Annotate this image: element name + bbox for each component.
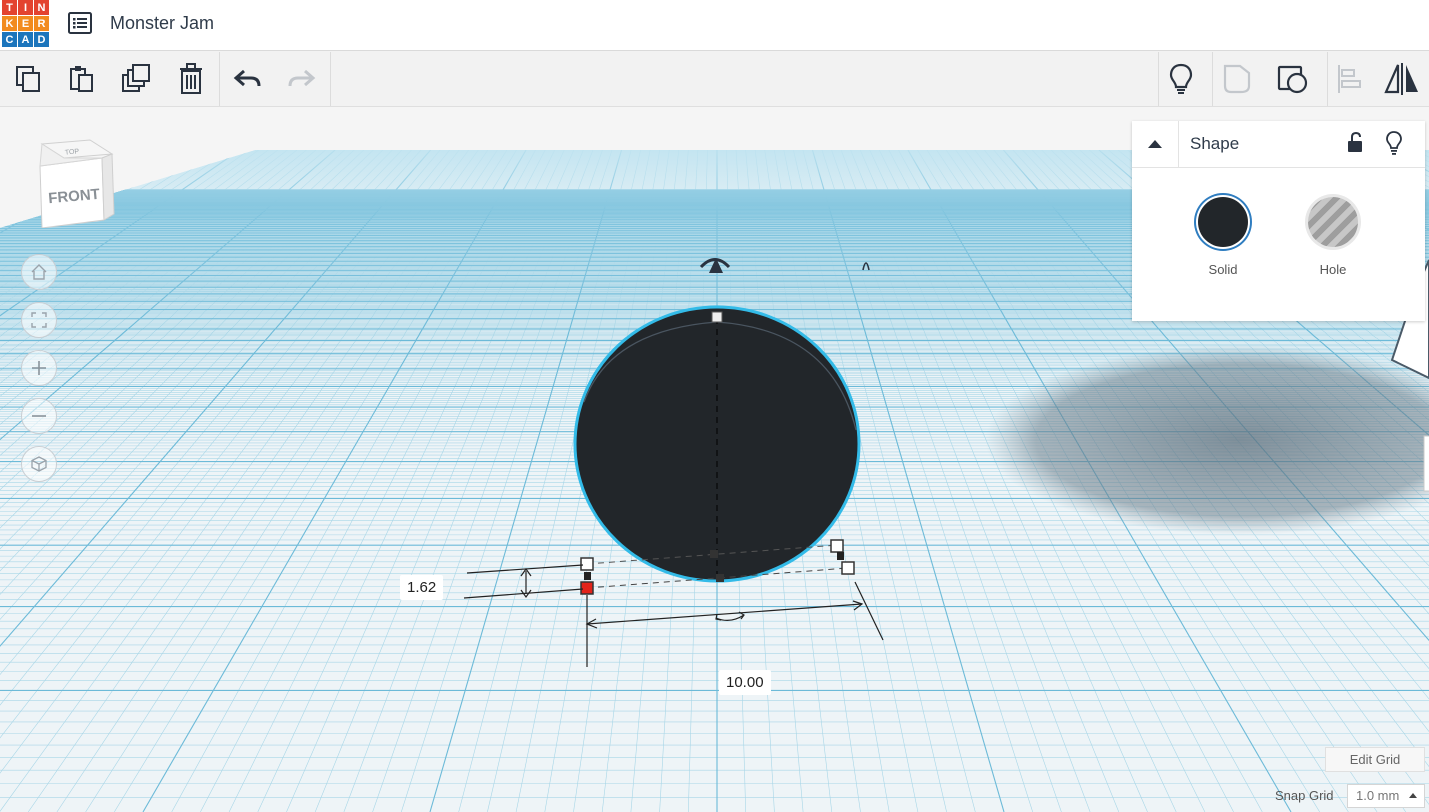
caret-up-icon [1409,793,1417,798]
redo-button[interactable] [281,60,321,98]
paste-icon [70,66,93,92]
duplicate-icon [122,64,150,92]
corner-handle[interactable] [830,539,844,553]
mirror-button[interactable] [1382,60,1422,98]
copy-button[interactable] [8,60,48,98]
show-all-icon [1223,64,1251,94]
snap-grid-label: Snap Grid [1275,788,1334,803]
home-view-icon [31,264,47,280]
group-icon [1277,65,1308,94]
align-icon [1338,65,1361,93]
logo-letter: A [18,32,33,47]
inspector-header: Shape [1132,121,1425,168]
solid-label: Solid [1208,262,1238,277]
solid-mode-button[interactable]: Solid [1188,197,1258,277]
light-bulb-icon[interactable] [1384,130,1404,156]
view-cube[interactable]: TOP FRONT [36,136,116,229]
logo-letter: I [18,0,33,15]
notes-button[interactable] [1161,60,1201,98]
snap-grid-select[interactable]: 1.0 mm [1347,784,1425,808]
delete-icon [180,63,202,94]
zoom-out-button[interactable] [21,398,57,434]
logo-letter: R [34,16,49,31]
hole-mode-button[interactable]: Hole [1298,197,1368,277]
corner-handle[interactable] [580,557,594,571]
perspective-icon [31,456,47,472]
delete-button[interactable] [171,60,211,98]
hole-swatch [1308,197,1358,247]
snap-grid-value: 1.0 mm [1356,788,1400,803]
solid-swatch [1198,197,1248,247]
document-title[interactable]: Monster Jam [110,13,214,34]
logo-letter: N [34,0,49,15]
logo-letter: C [2,32,17,47]
redo-icon [288,69,316,87]
active-corner-handle[interactable] [580,581,594,595]
show-all-button[interactable] [1217,60,1257,98]
width-dimension-input[interactable]: 10.00 [719,670,771,695]
caret-up-icon [1148,140,1162,148]
duplicate-button[interactable] [116,60,156,98]
align-button[interactable] [1329,60,1369,98]
zoom-in-icon [32,361,46,375]
group-button[interactable] [1273,60,1313,98]
fit-all-icon [31,312,47,328]
design-list-icon[interactable] [66,10,94,38]
home-view-button[interactable] [21,254,57,290]
corner-handle[interactable] [841,561,855,575]
perspective-button[interactable] [21,446,57,482]
zoom-in-button[interactable] [21,350,57,386]
top-handle[interactable] [711,311,723,323]
logo-letter: T [2,0,17,15]
mirror-icon [1384,63,1418,95]
undo-button[interactable] [228,60,268,98]
app-header: TIN KER CAD Monster Jam [0,0,1429,51]
logo-letter: D [34,32,49,47]
fit-all-button[interactable] [21,302,57,338]
logo-letter: E [18,16,33,31]
hole-label: Hole [1319,262,1347,277]
edit-grid-button[interactable]: Edit Grid [1325,747,1425,772]
undo-icon [233,69,261,87]
paste-button[interactable] [61,60,101,98]
shape-inspector: Shape Solid Hole [1132,121,1425,321]
lock-icon[interactable] [1346,131,1366,155]
inspector-title: Shape [1190,134,1240,153]
logo-letter: K [2,16,17,31]
edit-toolbar [0,52,1429,107]
height-dimension-input[interactable]: 1.62 [400,575,444,600]
zoom-out-icon [32,415,46,417]
copy-icon [16,66,40,92]
tinkercad-logo[interactable]: TIN KER CAD [2,0,52,48]
notes-bulb-icon [1169,63,1193,94]
collapse-inspector-button[interactable] [1132,121,1179,167]
